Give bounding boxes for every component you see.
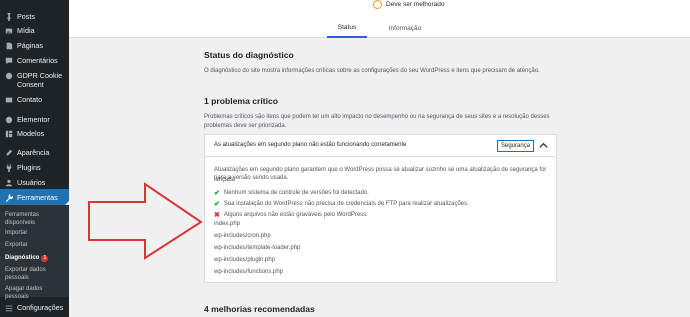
submenu-item-import[interactable]: Importar — [5, 230, 67, 238]
gdpr-cookie-icon — [4, 71, 13, 80]
critical-issues-desc-line2: problemas deve ser priorizada. — [204, 123, 287, 129]
settings-icon — [4, 303, 13, 312]
pages-icon — [4, 41, 13, 50]
sidebar-item-comments[interactable]: Comentários — [0, 56, 69, 65]
check-item: ✔ Sua instalação do WordPress não precis… — [214, 200, 469, 208]
sidebar-item-label: Contato — [17, 95, 43, 104]
tools-icon — [4, 193, 13, 202]
sidebar-item-label: Comentários — [17, 56, 58, 65]
check-text: Alguns arquivos não estão graváveis pelo… — [223, 212, 368, 218]
submenu-item-label: Diagnóstico — [5, 255, 40, 261]
sidebar-item-label: Ferramentas — [17, 193, 58, 202]
sidebar-item-label: Modelos — [17, 129, 45, 138]
security-badge: Segurança — [497, 140, 535, 152]
accordion-text-line2: para a versão sendo usada. — [214, 175, 289, 181]
sidebar-item-label: Usuários — [17, 178, 46, 187]
checkmark-icon: ✔ — [214, 190, 220, 197]
check-item: ✔ Nenhum sistema de controle de versões … — [214, 189, 369, 197]
page-title: Status do diagnóstico — [204, 50, 294, 60]
sidebar-item-label: Aparência — [17, 148, 50, 157]
sidebar-item-users[interactable]: Usuários — [0, 178, 69, 187]
sidebar-item-templates[interactable]: Modelos — [0, 129, 69, 138]
issue-count-badge: 1 — [41, 255, 49, 262]
appearance-icon — [4, 148, 13, 157]
score-progress-circle — [373, 0, 382, 9]
submenu-item-site-health[interactable]: Diagnóstico 1 — [5, 255, 67, 263]
users-icon — [4, 178, 13, 187]
score-label: Deve ser melhorado — [386, 1, 445, 8]
contact-icon — [4, 95, 13, 104]
sidebar-item-label: GDPR Cookie Consent — [17, 71, 63, 89]
critical-issues-title: 1 problema crítico — [204, 96, 279, 106]
tools-submenu: Ferramentas disponíveis Importar Exporta… — [0, 205, 69, 300]
tab-info[interactable]: Informação — [385, 19, 425, 38]
error-x-icon: ✖ — [214, 212, 220, 219]
sidebar-item-tools[interactable]: Ferramentas — [0, 189, 69, 206]
sidebar-item-label: Elementor — [17, 115, 50, 124]
check-text: Nenhum sistema de controle de versões fo… — [223, 190, 369, 196]
admin-sidebar: Posts Mídia Páginas Comentários GDPR Coo… — [0, 0, 69, 317]
sidebar-item-plugins[interactable]: Plugins — [0, 163, 69, 172]
media-icon — [4, 26, 13, 35]
templates-icon — [4, 129, 13, 138]
tab-label: Status — [337, 24, 357, 31]
sidebar-item-gdpr-cookie-consent[interactable]: GDPR Cookie Consent — [0, 71, 69, 89]
elementor-icon — [4, 115, 13, 124]
file-item: wp-includes/functions.php — [214, 269, 284, 275]
sidebar-item-appearance[interactable]: Aparência — [0, 148, 69, 157]
sidebar-item-posts[interactable]: Posts — [0, 12, 69, 21]
submenu-item-erase-personal-data[interactable]: Apagar dados pessoais — [5, 286, 67, 301]
file-item: wp-includes/cron.php — [214, 233, 271, 239]
file-item: wp-includes/plugin.php — [214, 257, 276, 263]
file-item: wp-includes/template-loader.php — [214, 245, 301, 251]
chevron-up-icon[interactable] — [539, 141, 548, 150]
issue-accordion: As atualizações em segundo plano não est… — [204, 134, 557, 283]
sidebar-item-label: Páginas — [17, 41, 43, 50]
sidebar-item-settings[interactable]: Configurações — [0, 303, 69, 312]
health-score: Deve ser melhorado — [373, 0, 445, 9]
site-health-header: Deve ser melhorado Status Informação — [69, 0, 690, 38]
checkmark-icon: ✔ — [214, 201, 220, 208]
submenu-item-available-tools[interactable]: Ferramentas disponíveis — [5, 212, 67, 227]
sidebar-item-media[interactable]: Mídia — [0, 26, 69, 35]
file-item: index.php — [214, 221, 241, 227]
sidebar-item-pages[interactable]: Páginas — [0, 41, 69, 50]
sidebar-item-label: Posts — [17, 12, 35, 21]
plugins-icon — [4, 163, 13, 172]
sidebar-item-contact[interactable]: Contato — [0, 95, 69, 104]
sidebar-item-elementor[interactable]: Elementor — [0, 115, 69, 124]
accordion-title: As atualizações em segundo plano não est… — [214, 142, 407, 148]
accordion-header[interactable]: As atualizações em segundo plano não est… — [205, 135, 556, 157]
check-item: ✖ Alguns arquivos não estão graváveis pe… — [214, 211, 368, 219]
intro-text: O diagnóstico do site mostra informações… — [204, 68, 540, 74]
pin-icon — [4, 12, 13, 21]
comments-icon — [4, 56, 13, 65]
sidebar-item-label: Plugins — [17, 163, 41, 172]
sidebar-item-label: Mídia — [17, 26, 35, 35]
submenu-item-export[interactable]: Exportar — [5, 242, 67, 250]
recommended-title: 4 melhorias recomendadas — [204, 304, 315, 314]
sidebar-item-label: Configurações — [17, 303, 64, 312]
check-text: Sua instalação do WordPress não precisa … — [223, 201, 469, 207]
tab-status[interactable]: Status — [327, 19, 367, 38]
tab-label: Informação — [388, 25, 422, 32]
annotation-arrow — [88, 182, 203, 260]
submenu-item-export-personal-data[interactable]: Exportar dados pessoais — [5, 267, 67, 282]
